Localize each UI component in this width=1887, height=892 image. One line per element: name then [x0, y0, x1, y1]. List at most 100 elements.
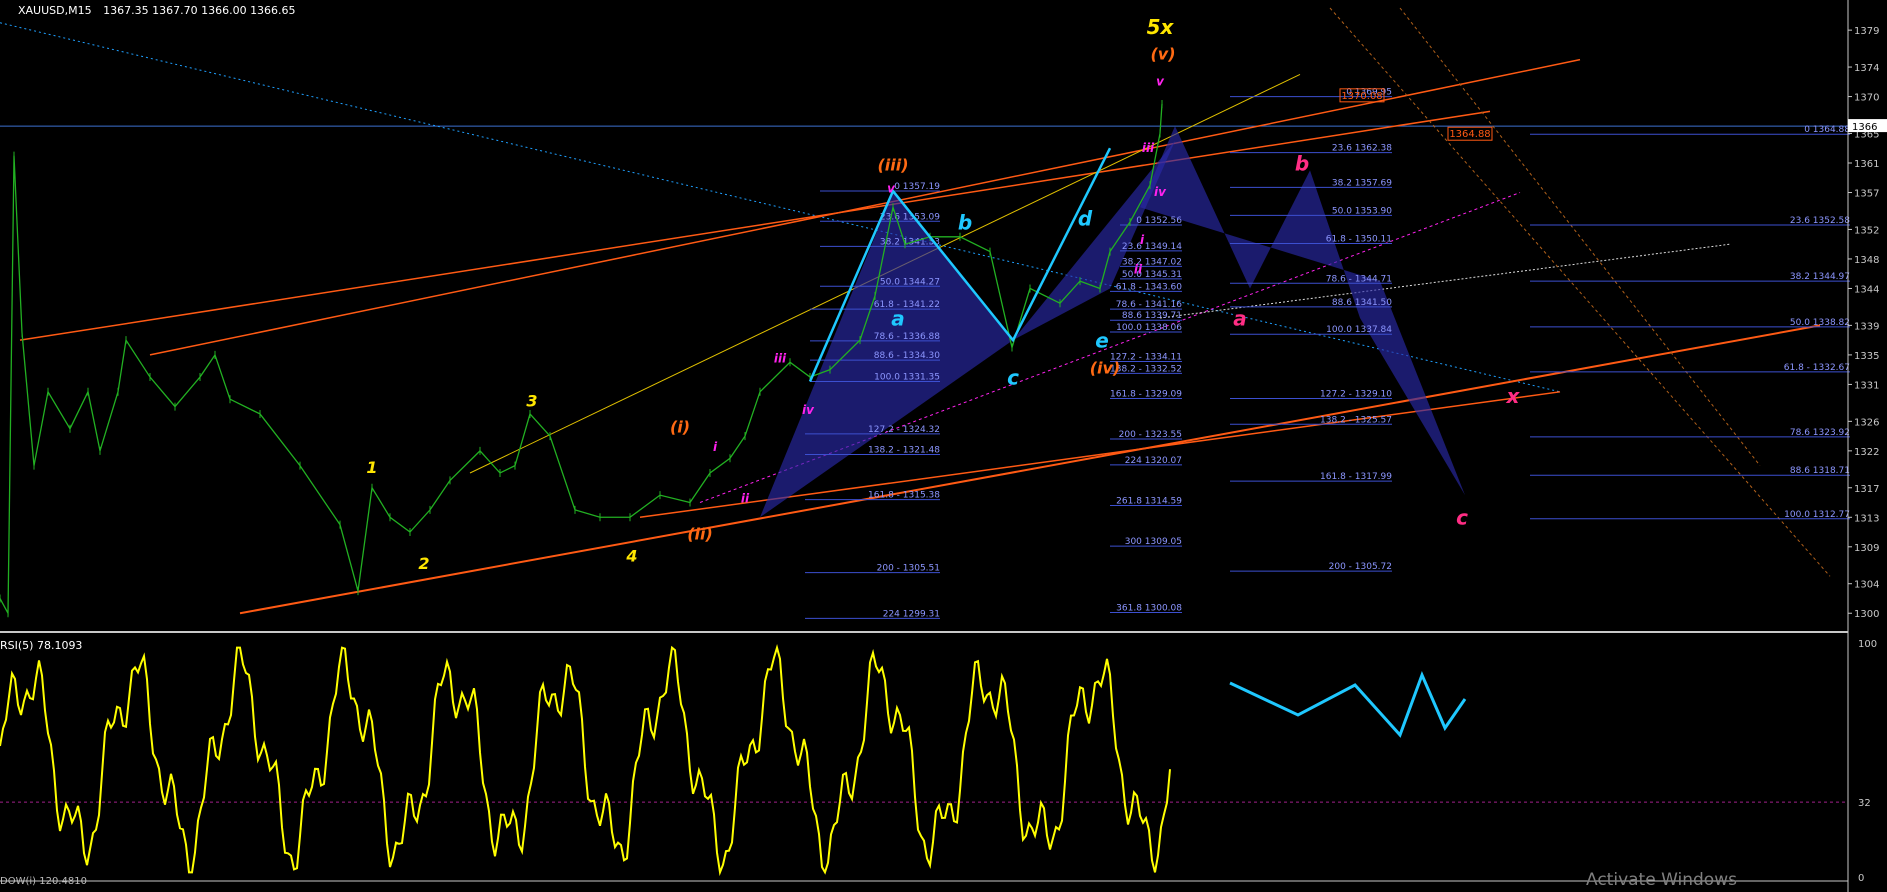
fib-level-label: 100.0 1312.77 — [1784, 510, 1850, 520]
fib-level-label: 161.8 - 1329.09 — [1110, 389, 1182, 399]
wave-label: (ii) — [687, 524, 713, 543]
price-tick-label: 1352 — [1854, 225, 1879, 236]
fib-level-label: 0 1357.19 — [894, 182, 940, 192]
wave-label: v — [887, 182, 896, 196]
price-tick-label: 1317 — [1854, 484, 1879, 495]
chart-window[interactable]: 0 1357.19 23.6 1353.09 38.2 1341.33 50.0 13… — [0, 0, 1887, 892]
price-tick-label: 1339 — [1854, 321, 1879, 332]
price-tick-label: 1331 — [1854, 380, 1879, 391]
fib-level-label: 138.2 - 1325.57 — [1320, 415, 1392, 425]
wave-label: iii — [1142, 141, 1155, 155]
activate-windows-watermark: Activate Windows — [1586, 870, 1737, 890]
fib-level-label: 23.6 1352.58 — [1790, 216, 1850, 226]
price-tick-label: 1379 — [1854, 26, 1879, 37]
fib-level-label: 38.2 1347.02 — [1122, 257, 1182, 267]
fib-level-label: 127.2 - 1334.11 — [1110, 353, 1182, 363]
fib-level-label: 224 1320.07 — [1125, 456, 1182, 466]
fib-level-label: 38.2 1344.97 — [1790, 272, 1850, 282]
fib-level-label: 224 1299.31 — [883, 609, 940, 619]
fib-level-label: 38.2 1357.69 — [1332, 178, 1392, 188]
wave-label: c — [1007, 365, 1019, 389]
fib-level-label: 50.0 1353.90 — [1332, 206, 1392, 216]
fib-level-label: 78.6 - 1344.71 — [1326, 274, 1392, 284]
wave-label: x — [1506, 384, 1521, 408]
fib-level-label: 50.0 1345.31 — [1122, 270, 1182, 280]
current-price-label: 1366 — [1852, 122, 1877, 133]
wave-label: ii — [1134, 263, 1143, 277]
price-tick-label: 1304 — [1854, 580, 1879, 591]
price-chart[interactable]: 0 1357.1923.6 1353.0938.2 1341.3350.0 13… — [0, 0, 1887, 892]
price-tick-label: 1357 — [1854, 189, 1879, 200]
fib-level-label: 78.6 1323.92 — [1790, 428, 1850, 438]
fib-level-label: 88.6 1339.71 — [1122, 311, 1182, 321]
fib-level-label: 100.0 1331.35 — [874, 372, 940, 382]
price-tick-label: 1370 — [1854, 93, 1879, 104]
price-tick-label: 1361 — [1854, 159, 1879, 170]
fib-level-label: 0 1352.56 — [1136, 216, 1182, 226]
rsi-title: RSI(5) 78.1093 — [0, 639, 83, 652]
fib-level-label: 78.6 - 1341.16 — [1116, 300, 1182, 310]
wave-label: 4 — [625, 547, 637, 566]
price-tick-label: 1326 — [1854, 417, 1879, 428]
fib-level-label: 61.8 - 1350.11 — [1326, 234, 1392, 244]
wave-label: c — [1456, 506, 1468, 530]
fib-level-label: 88.6 1341.50 — [1332, 298, 1392, 308]
wave-label: (iii) — [877, 155, 908, 174]
fib-level-label: 88.6 1318.71 — [1790, 466, 1850, 476]
rsi-tick-label: 32 — [1858, 798, 1871, 809]
fib-level-label: 261.8 1314.59 — [1116, 496, 1182, 506]
fib-level-label: 88.6 - 1334.30 — [874, 351, 940, 361]
fib-level-label: 127.2 - 1329.10 — [1320, 389, 1392, 399]
price-tick-label: 1322 — [1854, 447, 1879, 458]
chart-title: XAUUSD,M15 — [18, 4, 92, 17]
wave-label: 1 — [366, 458, 377, 477]
fib-level-label: 23.6 1349.14 — [1122, 242, 1182, 252]
fib-level-label: 200 - 1305.51 — [877, 564, 940, 574]
fib-level-label: 61.8 - 1332.67 — [1784, 363, 1850, 373]
fib-level-label: 50.0 1344.27 — [880, 277, 940, 287]
price-label: 1364.88 — [1449, 129, 1490, 140]
rsi-tick-label: 100 — [1858, 639, 1877, 650]
fib-level-label: 78.6 - 1336.88 — [874, 332, 940, 342]
price-tick-label: 1348 — [1854, 255, 1879, 266]
fib-level-label: 23.6 1362.38 — [1332, 144, 1392, 154]
fib-level-label: 200 - 1305.72 — [1329, 562, 1392, 572]
wave-label: e — [1095, 329, 1109, 353]
wave-label: b — [1295, 151, 1309, 175]
fib-level-label: 161.8 - 1317.99 — [1320, 472, 1392, 482]
wave-label: (v) — [1150, 45, 1175, 64]
wave-label: a — [1233, 306, 1247, 330]
wave-label: iv — [802, 403, 815, 417]
fib-level-label: 0 1364.88 — [1804, 125, 1850, 135]
price-label: 1370.08 — [1341, 91, 1382, 102]
fib-level-label: 100.0 1337.84 — [1326, 325, 1392, 335]
bottom-left-label: DOW(i) 120.4810 — [0, 876, 87, 887]
price-tick-label: 1313 — [1854, 513, 1879, 524]
wave-label: (iv) — [1090, 358, 1121, 377]
wave-label: d — [1078, 207, 1093, 231]
fib-level-label: 127.2 - 1324.32 — [868, 425, 940, 435]
fib-level-label: 200 - 1323.55 — [1119, 430, 1182, 440]
price-tick-label: 1309 — [1854, 543, 1879, 554]
rsi-tick-label: 0 — [1858, 873, 1864, 884]
fib-level-label: 138.2 - 1321.48 — [868, 446, 940, 456]
wave-label: v — [1156, 75, 1165, 89]
wave-label: 5x — [1147, 15, 1175, 39]
wave-label: iii — [774, 351, 787, 365]
price-tick-label: 1344 — [1854, 284, 1879, 295]
wave-label: 2 — [418, 554, 429, 573]
symbol-header: XAUUSD,M15 1367.35 1367.70 1366.00 1366.… — [18, 4, 296, 17]
fib-level-label: 100.0 1338.06 — [1116, 323, 1182, 333]
fib-level-label: 61.8 - 1341.22 — [874, 300, 940, 310]
price-tick-label: 1374 — [1854, 63, 1879, 74]
fib-level-label: 61.8 - 1343.60 — [1116, 282, 1182, 292]
ohlc-values: 1367.35 1367.70 1366.00 1366.65 — [103, 4, 296, 17]
wave-label: ii — [741, 492, 750, 506]
wave-label: 3 — [526, 392, 537, 411]
fib-level-label: 161.8 - 1315.38 — [868, 491, 940, 501]
fib-level-label: 50.0 1338.82 — [1790, 318, 1850, 328]
fib-level-label: 361.8 1300.08 — [1116, 604, 1182, 614]
wave-label: (i) — [670, 417, 690, 436]
wave-label: b — [958, 210, 972, 234]
wave-label: iv — [1154, 185, 1167, 199]
